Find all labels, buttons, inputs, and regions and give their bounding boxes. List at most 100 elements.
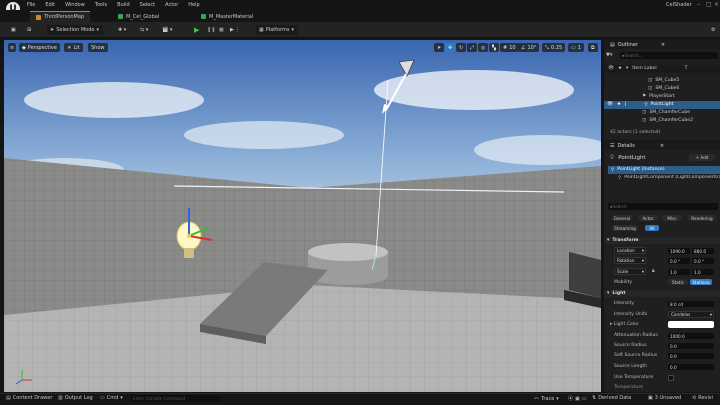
- details-close-icon[interactable]: ×: [660, 143, 664, 149]
- rotate-icon[interactable]: ↻: [456, 43, 467, 52]
- filter-rendering[interactable]: Rendering: [688, 215, 716, 221]
- source-radius-field[interactable]: 0.0: [668, 343, 714, 349]
- trace-controls[interactable]: ⦿ ▣ ▭: [568, 395, 586, 403]
- visibility-icon: 👁︎: [608, 66, 614, 72]
- scale-y-field[interactable]: 1.0: [692, 269, 714, 275]
- outliner-close-icon[interactable]: ×: [661, 42, 665, 48]
- minimize-icon[interactable]: –: [697, 1, 700, 8]
- outliner-row-selected[interactable]: 👁︎ ★ ǀ 💡︎ PointLight: [604, 101, 720, 109]
- scale-x-field[interactable]: 1.0: [668, 269, 690, 275]
- rotation-x-field[interactable]: 0.0 °: [668, 258, 690, 264]
- filter-streaming[interactable]: Streaming: [612, 225, 638, 231]
- outliner-search-input[interactable]: ⌕ Search...: [620, 52, 718, 59]
- outliner-row[interactable]: ⚑ PlayerStart: [604, 93, 720, 101]
- select-mode-icon[interactable]: ➤: [434, 43, 445, 52]
- derived-data-button[interactable]: ⇅ Derived Data: [592, 395, 631, 401]
- attenuation-field[interactable]: 1000.0: [668, 333, 714, 339]
- scale-dropdown[interactable]: Scale ▾: [614, 268, 646, 275]
- level-viewport[interactable]: [4, 40, 601, 392]
- log-icon: ▥: [58, 395, 63, 401]
- intensity-field[interactable]: 8.0 cd: [668, 301, 714, 307]
- cinematics-button[interactable]: 🎬︎ ▾: [159, 25, 175, 35]
- translate-icon[interactable]: ✥: [445, 43, 456, 52]
- add-component-button[interactable]: + Add: [689, 154, 715, 161]
- filter-general[interactable]: General: [612, 215, 632, 221]
- menu-window[interactable]: Window: [65, 2, 85, 8]
- unsaved-button[interactable]: ▣ 3 Unsaved: [648, 395, 681, 401]
- menu-edit[interactable]: Edit: [45, 2, 55, 8]
- location-y-field[interactable]: 880.0: [692, 248, 714, 254]
- menu-help[interactable]: Help: [188, 2, 199, 8]
- perspective-button[interactable]: ◆ Perspective: [19, 43, 60, 52]
- console-command-input[interactable]: Enter Console Command: [131, 395, 221, 402]
- light-color-swatch[interactable]: [668, 321, 714, 328]
- menu-actor[interactable]: Actor: [165, 2, 178, 8]
- scale-snap-button[interactable]: ⤡ 0.25: [542, 43, 566, 52]
- world-icon[interactable]: ◎: [478, 43, 489, 52]
- maximize-viewport-icon[interactable]: ⧉: [588, 43, 598, 52]
- filter-actor[interactable]: Actor: [638, 215, 658, 221]
- viewport-menu-icon[interactable]: ≡: [8, 43, 16, 52]
- settings-gear-icon[interactable]: ⚙: [708, 25, 718, 35]
- grid-snap-button[interactable]: # 10: [500, 43, 519, 52]
- content-icon[interactable]: ⊞: [24, 25, 34, 35]
- close-icon[interactable]: ×: [714, 1, 719, 8]
- details-search-input[interactable]: ⌕ Search: [608, 203, 718, 210]
- lock-icon[interactable]: 🔒︎: [652, 268, 655, 274]
- output-log-button[interactable]: ▥ Output Log: [58, 395, 93, 401]
- light-color-label: ▸ Light Color: [610, 322, 639, 327]
- filter-all[interactable]: All: [645, 225, 659, 231]
- maximize-icon[interactable]: □: [706, 1, 712, 8]
- component-row[interactable]: 💡︎ PointLightComponent (LightComponent0): [608, 174, 720, 182]
- blueprint-button[interactable]: ⇆ ▾: [137, 25, 151, 35]
- filter-misc[interactable]: Misc: [662, 215, 682, 221]
- selection-mode-dropdown[interactable]: ➤ Selection Mode ▾: [47, 25, 103, 35]
- rotation-snap-button[interactable]: ∠ 10°: [518, 43, 540, 52]
- use-temperature-label: Use Temperature: [614, 375, 654, 380]
- source-length-field[interactable]: 0.0: [668, 364, 714, 370]
- outliner-row[interactable]: ◫ SM_Cube5: [604, 77, 720, 85]
- location-x-field[interactable]: 1090.0: [668, 248, 690, 254]
- main-toolbar: [0, 22, 720, 38]
- menu-select[interactable]: Select: [140, 2, 155, 8]
- platforms-dropdown[interactable]: ▦ Platforms ▾: [256, 25, 298, 35]
- folder-icon: ▤: [6, 395, 11, 401]
- save-icon[interactable]: ▣: [8, 25, 19, 35]
- tab-m-mastermaterial[interactable]: M_MasterMaterial: [195, 11, 259, 22]
- cmd-dropdown[interactable]: ▭ Cmd ▾: [100, 395, 123, 401]
- menu-file[interactable]: File: [27, 2, 35, 8]
- play-icon[interactable]: ▶: [191, 25, 202, 35]
- lit-button[interactable]: ☀ Lit: [64, 43, 83, 52]
- transform-category[interactable]: ▾ Transform: [604, 237, 720, 244]
- outliner-row[interactable]: ◫ SM_ChamferCube: [604, 109, 720, 117]
- scale-icon[interactable]: ⤢: [467, 43, 478, 52]
- use-temperature-checkbox[interactable]: [668, 375, 674, 381]
- rotation-y-field[interactable]: 0.0 °: [692, 258, 714, 264]
- light-category[interactable]: ▾ Light: [604, 290, 720, 297]
- menu-build[interactable]: Build: [117, 2, 130, 8]
- show-button[interactable]: Show: [88, 43, 108, 52]
- tab-thirdpersonmap[interactable]: ThirdPersonMap: [30, 11, 91, 22]
- play-options-icon[interactable]: ▶ ⋮: [227, 25, 243, 35]
- mobility-static-button[interactable]: Static: [668, 279, 688, 285]
- intensity-units-dropdown[interactable]: Candelas ▾: [668, 311, 714, 318]
- tab-m-cel-global[interactable]: M_Cel_Global: [112, 11, 165, 22]
- trace-dropdown[interactable]: 〰 Trace ▾: [534, 395, 559, 403]
- stop-icon[interactable]: ■: [216, 25, 227, 35]
- camera-speed-button[interactable]: ▭ 1: [568, 43, 584, 52]
- sun-icon: ☀: [67, 44, 72, 51]
- outliner-row[interactable]: ◫ SM_Cube6: [604, 85, 720, 93]
- location-dropdown[interactable]: Location ▾: [614, 247, 646, 254]
- add-actor-button[interactable]: ✚ ▾: [115, 25, 129, 35]
- derived-data-icon: ⇅: [592, 395, 597, 401]
- surface-snap-icon[interactable]: ▚: [489, 43, 499, 52]
- content-drawer-button[interactable]: ▤ Content Drawer: [6, 395, 52, 401]
- soft-source-field[interactable]: 0.0: [668, 353, 714, 359]
- mobility-stationary-button[interactable]: Stationa: [690, 279, 712, 285]
- outliner-row[interactable]: ◫ SM_ChamferCube2: [604, 117, 720, 125]
- filter-icon[interactable]: ▼▾: [606, 52, 612, 58]
- component-row-instance[interactable]: 💡︎ PointLight (Instance): [608, 166, 720, 174]
- rotation-dropdown[interactable]: Rotation ▾: [614, 257, 646, 264]
- revision-control-button[interactable]: ⟲ Revisi: [692, 395, 713, 401]
- menu-tools[interactable]: Tools: [95, 2, 107, 8]
